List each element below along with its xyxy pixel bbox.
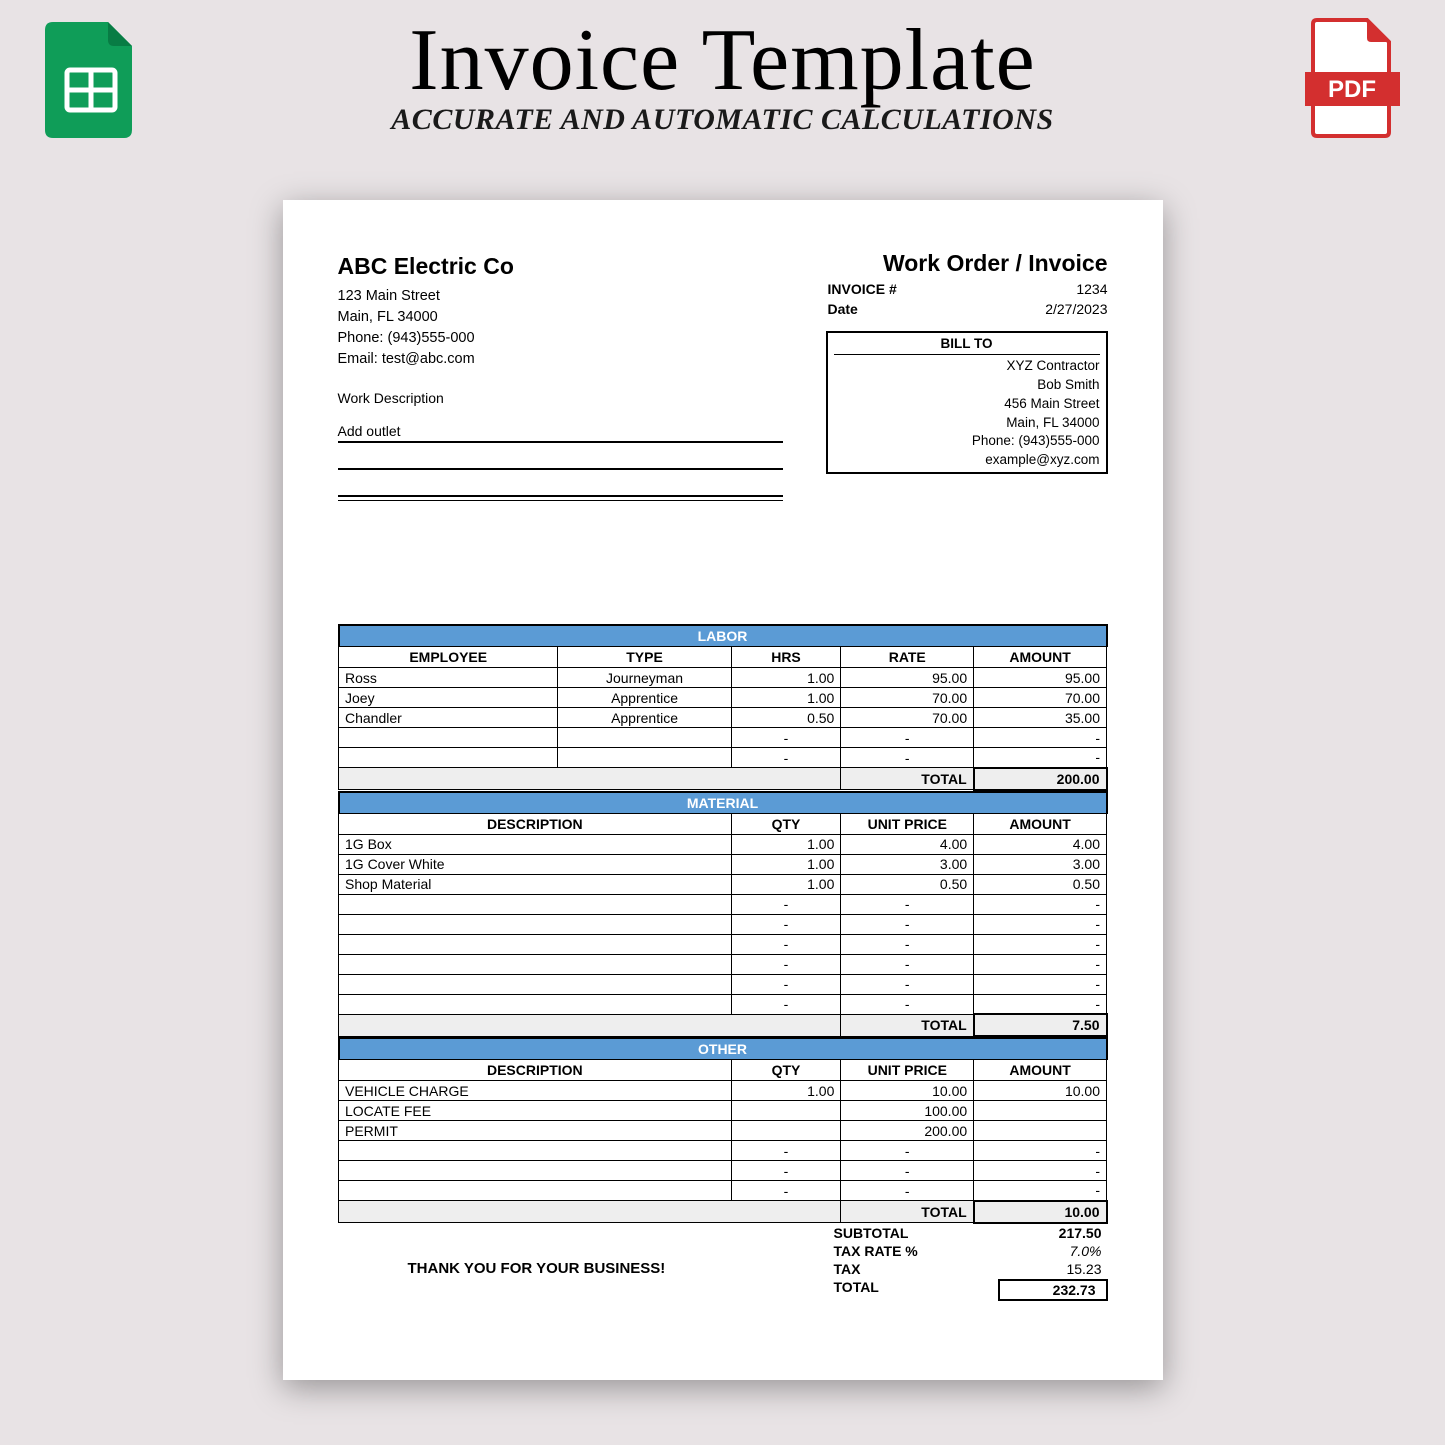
company-addr1: 123 Main Street (338, 286, 514, 307)
company-addr2: Main, FL 34000 (338, 307, 514, 328)
bill-to-line: 456 Main Street (834, 395, 1100, 414)
bill-to-box: BILL TO XYZ Contractor Bob Smith 456 Mai… (826, 331, 1108, 474)
company-email: Email: test@abc.com (338, 349, 514, 370)
table-row: --- (339, 954, 1107, 974)
bill-to-line: XYZ Contractor (834, 357, 1100, 376)
work-desc-line (338, 445, 783, 470)
col-type: TYPE (558, 647, 731, 668)
labor-total-row: TOTAL 200.00 (339, 768, 1107, 790)
table-row: --- (339, 1141, 1107, 1161)
table-row: --- (339, 894, 1107, 914)
tax-label: TAX (834, 1261, 861, 1277)
taxrate-value: 7.0% (1070, 1243, 1102, 1259)
table-row: --- (339, 748, 1107, 768)
material-total-row: TOTAL 7.50 (339, 1014, 1107, 1036)
table-row: JoeyApprentice1.0070.0070.00 (339, 688, 1107, 708)
work-desc-line: Add outlet (338, 418, 783, 443)
invoice-date: 2/27/2023 (1045, 301, 1107, 317)
col-qty: QTY (731, 813, 841, 834)
bill-to-line: Main, FL 34000 (834, 414, 1100, 433)
subtotal-value: 217.50 (1059, 1225, 1102, 1241)
bill-to-line: example@xyz.com (834, 451, 1100, 470)
page-subtitle: ACCURATE AND AUTOMATIC CALCULATIONS (0, 103, 1445, 137)
col-unit-price: UNIT PRICE (841, 1060, 974, 1081)
material-section-head: MATERIAL (339, 792, 1107, 814)
company-phone: Phone: (943)555-000 (338, 328, 514, 349)
col-amount: AMOUNT (974, 813, 1107, 834)
taxrate-label: TAX RATE % (834, 1243, 918, 1259)
col-employee: EMPLOYEE (339, 647, 558, 668)
table-row: ChandlerApprentice0.5070.0035.00 (339, 708, 1107, 728)
work-desc-line (338, 497, 783, 501)
other-section-head: OTHER (339, 1038, 1107, 1060)
sheets-icon (45, 18, 140, 143)
table-row: LOCATE FEE100.00 (339, 1101, 1107, 1121)
table-row: --- (339, 728, 1107, 748)
col-unit-price: UNIT PRICE (841, 813, 974, 834)
col-hrs: HRS (731, 647, 841, 668)
total-value: 232.73 (998, 1279, 1108, 1301)
invoice-num-label: INVOICE # (828, 281, 897, 297)
material-table: MATERIAL DESCRIPTION QTY UNIT PRICE AMOU… (338, 791, 1108, 1038)
table-row: PERMIT200.00 (339, 1121, 1107, 1141)
tax-value: 15.23 (1066, 1261, 1101, 1277)
table-row: VEHICLE CHARGE1.0010.0010.00 (339, 1081, 1107, 1101)
table-row: --- (339, 974, 1107, 994)
bill-to-line: Phone: (943)555-000 (834, 432, 1100, 451)
labor-section-head: LABOR (339, 625, 1107, 647)
work-desc-line (338, 472, 783, 497)
labor-table: LABOR EMPLOYEE TYPE HRS RATE AMOUNT Ross… (338, 624, 1108, 791)
col-description: DESCRIPTION (339, 1060, 732, 1081)
table-row: --- (339, 994, 1107, 1014)
table-row: 1G Cover White1.003.003.00 (339, 854, 1107, 874)
other-total-row: TOTAL 10.00 (339, 1201, 1107, 1223)
thank-you-message: THANK YOU FOR YOUR BUSINESS! (408, 1260, 1108, 1277)
col-amount: AMOUNT (974, 647, 1107, 668)
bill-to-head: BILL TO (834, 335, 1100, 355)
bill-to-line: Bob Smith (834, 376, 1100, 395)
table-row: 1G Box1.004.004.00 (339, 834, 1107, 854)
col-qty: QTY (731, 1060, 841, 1081)
table-row: --- (339, 914, 1107, 934)
col-amount: AMOUNT (974, 1060, 1107, 1081)
total-label: TOTAL (834, 1279, 879, 1301)
invoice-document: ABC Electric Co 123 Main Street Main, FL… (283, 200, 1163, 1380)
table-row: --- (339, 1161, 1107, 1181)
table-row: RossJourneyman1.0095.0095.00 (339, 668, 1107, 688)
subtotal-label: SUBTOTAL (834, 1225, 909, 1241)
table-row: --- (339, 934, 1107, 954)
svg-text:PDF: PDF (1328, 76, 1376, 103)
company-name: ABC Electric Co (338, 250, 514, 283)
pdf-icon: PDF (1305, 18, 1400, 143)
work-desc-label: Work Description (338, 390, 783, 406)
table-row: --- (339, 1181, 1107, 1201)
table-row: Shop Material1.000.500.50 (339, 874, 1107, 894)
other-table: OTHER DESCRIPTION QTY UNIT PRICE AMOUNT … (338, 1037, 1108, 1224)
work-description: Work Description Add outlet (338, 390, 783, 501)
col-description: DESCRIPTION (339, 813, 732, 834)
invoice-num: 1234 (1076, 281, 1107, 297)
invoice-date-label: Date (828, 301, 858, 317)
invoice-title: Work Order / Invoice (826, 250, 1108, 277)
page-title: Invoice Template (0, 10, 1445, 111)
col-rate: RATE (841, 647, 974, 668)
